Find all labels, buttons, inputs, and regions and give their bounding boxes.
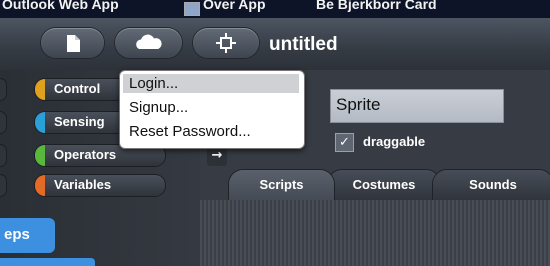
scripts-area[interactable]	[200, 200, 550, 266]
palette-category-stub[interactable]	[0, 145, 6, 166]
settings-button[interactable]	[193, 28, 259, 58]
category-variables[interactable]: Variables	[35, 175, 165, 196]
category-color-stripe	[35, 145, 45, 166]
category-color-stripe	[35, 79, 45, 100]
bookmarks-bar: Outlook Web App Over App Be Bjerkborr Ca…	[0, 0, 550, 18]
bookmark-outlook[interactable]: Outlook Web App	[2, 0, 119, 12]
gear-icon	[216, 33, 236, 53]
palette-category-stub[interactable]	[0, 175, 6, 196]
bookmark-bjerkborr-card[interactable]: Be Bjerkborr Card	[316, 0, 437, 12]
palette-category-stub[interactable]	[0, 112, 6, 133]
sprite-name-value: Sprite	[336, 95, 381, 114]
category-label: Sensing	[54, 114, 105, 129]
menu-item-signup[interactable]: Signup...	[123, 98, 299, 117]
category-label: Variables	[54, 177, 112, 192]
menu-item-login[interactable]: Login...	[123, 74, 299, 93]
file-button[interactable]	[41, 28, 104, 58]
cloud-button[interactable]	[115, 28, 182, 58]
tab-sounds-label: Sounds	[469, 177, 517, 192]
cloud-menu: Login... Signup... Reset Password...	[119, 70, 305, 149]
tab-costumes-label: Costumes	[352, 177, 416, 192]
category-color-stripe	[35, 112, 45, 133]
category-label: Control	[54, 81, 101, 96]
palette-block[interactable]	[0, 258, 95, 266]
bookmark-over-app[interactable]: Over App	[203, 0, 266, 12]
category-label: Operators	[54, 147, 117, 162]
draggable-label: draggable	[363, 134, 426, 149]
category-color-stripe	[35, 175, 45, 196]
tab-scripts[interactable]: Scripts	[229, 170, 334, 200]
tab-scripts-label: Scripts	[259, 177, 304, 192]
file-icon	[67, 35, 80, 52]
arrow-icon[interactable]: →	[207, 146, 227, 166]
draggable-checkbox[interactable]: ✓	[335, 133, 354, 152]
menu-item-reset-password[interactable]: Reset Password...	[123, 122, 299, 141]
steps-label: eps	[4, 226, 30, 243]
tab-sounds[interactable]: Sounds	[433, 170, 550, 200]
top-toolbar: untitled	[0, 18, 550, 70]
palette-category-stub[interactable]	[0, 79, 6, 100]
steps-button[interactable]: eps	[0, 218, 55, 253]
bookmark-icon	[184, 2, 200, 16]
sprite-name-field[interactable]: Sprite	[330, 89, 504, 123]
tab-costumes[interactable]: Costumes	[328, 170, 440, 200]
cloud-icon	[136, 34, 162, 49]
project-title: untitled	[269, 34, 338, 55]
